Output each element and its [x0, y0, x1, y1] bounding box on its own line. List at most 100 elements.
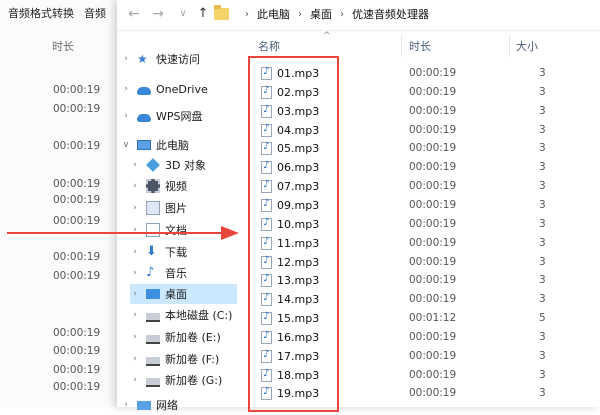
nav-item-14[interactable]: › 新加卷 (G:) [130, 370, 237, 390]
column-header-name[interactable]: 名称 [258, 38, 280, 54]
background-duration-value: 00:00:19 [53, 194, 101, 206]
background-duration-value: 00:00:19 [53, 251, 101, 263]
nav-item-3[interactable]: ∨ 此电脑 [121, 135, 237, 155]
nav-item-2[interactable]: › WPS网盘 [121, 106, 237, 126]
file-duration: 00:00:19 [409, 330, 457, 343]
column-divider[interactable] [509, 35, 510, 57]
up-folder-button[interactable]: ↑ [194, 5, 212, 23]
nav-item-label: 桌面 [165, 288, 187, 301]
column-header-size[interactable]: 大小 [516, 38, 538, 54]
file-size: 3 [539, 198, 546, 211]
file-duration: 00:00:19 [409, 198, 457, 211]
chevron-right-icon[interactable]: › [130, 203, 140, 213]
nav-item-8[interactable]: › ⬇ 下载 [130, 242, 237, 262]
file-duration: 00:01:12 [409, 312, 457, 325]
chevron-right-icon[interactable]: › [130, 289, 140, 299]
file-size: 3 [539, 104, 546, 117]
breadcrumb-current-folder[interactable]: 优速音频处理器 [352, 6, 429, 22]
column-divider[interactable] [401, 35, 402, 57]
breadcrumb-desktop[interactable]: 桌面 [310, 6, 332, 22]
background-tabs: 音频格式转换 音频 [0, 0, 130, 26]
nav-item-label: 音乐 [165, 267, 187, 280]
background-duration-header[interactable]: 时长 [52, 38, 74, 54]
computer-icon [137, 140, 151, 150]
file-duration: 00:00:19 [409, 293, 457, 306]
file-duration: 00:00:19 [409, 123, 457, 136]
background-tab-audio[interactable]: 音频 [84, 5, 106, 21]
background-duration-value: 00:00:19 [53, 327, 101, 339]
nav-item-label: 快速访问 [156, 53, 200, 66]
chevron-right-icon[interactable]: › [130, 247, 140, 257]
chevron-right-icon[interactable]: › [130, 160, 140, 170]
nav-item-9[interactable]: › ♪ 音乐 [130, 263, 237, 283]
forward-button[interactable]: → [149, 5, 167, 23]
nav-item-5[interactable]: › 视频 [130, 176, 237, 196]
nav-item-13[interactable]: › 新加卷 (F:) [130, 349, 237, 369]
file-size: 3 [539, 368, 546, 381]
file-duration: 00:00:19 [409, 161, 457, 174]
drive-icon [146, 334, 160, 344]
file-size: 3 [539, 217, 546, 230]
nav-item-12[interactable]: › 新加卷 (E:) [130, 327, 237, 347]
background-duration-value: 00:00:19 [53, 103, 101, 115]
file-duration: 00:00:19 [409, 180, 457, 193]
breadcrumb-this-pc[interactable]: 此电脑 [257, 6, 290, 22]
file-size: 3 [539, 330, 546, 343]
recent-locations-dropdown[interactable]: ∨ [174, 5, 192, 23]
drive-icon [146, 356, 160, 366]
breadcrumb-separator: › [340, 8, 344, 20]
file-size: 3 [539, 255, 546, 268]
back-button[interactable]: ← [125, 5, 143, 23]
file-size: 3 [539, 349, 546, 362]
file-size: 5 [539, 312, 546, 325]
chevron-right-icon[interactable]: › [130, 375, 140, 385]
chevron-down-icon[interactable]: ∨ [121, 140, 131, 150]
file-duration: 00:00:19 [409, 236, 457, 249]
file-size: 3 [539, 161, 546, 174]
nav-item-6[interactable]: › 图片 [130, 198, 237, 218]
star-icon: ★ [137, 52, 148, 66]
nav-item-label: 新加卷 (G:) [165, 374, 223, 387]
nav-item-label: 网络 [156, 399, 178, 412]
network-icon [137, 400, 151, 410]
cube-icon [146, 158, 160, 172]
file-size: 3 [539, 67, 546, 79]
nav-item-11[interactable]: › 本地磁盘 (C:) [130, 305, 237, 325]
nav-item-label: 本地磁盘 (C:) [165, 309, 233, 322]
nav-item-label: 新加卷 (F:) [165, 353, 220, 366]
file-duration: 00:00:19 [409, 104, 457, 117]
file-size: 3 [539, 274, 546, 287]
column-header-duration[interactable]: 时长 [409, 38, 431, 54]
file-duration: 00:00:19 [409, 217, 457, 230]
chevron-right-icon[interactable]: › [121, 54, 131, 64]
chevron-right-icon[interactable]: › [121, 111, 131, 121]
chevron-right-icon[interactable]: › [130, 268, 140, 278]
chevron-right-icon[interactable]: › [121, 400, 131, 410]
background-duration-value: 00:00:19 [53, 364, 101, 376]
file-size: 3 [539, 142, 546, 155]
nav-item-4[interactable]: › 3D 对象 [130, 155, 237, 175]
file-size: 3 [539, 123, 546, 136]
chevron-right-icon[interactable]: › [121, 84, 131, 94]
file-duration: 00:00:19 [409, 255, 457, 268]
chevron-right-icon[interactable]: › [130, 332, 140, 342]
music-icon: ♪ [146, 265, 155, 280]
background-tab-format-convert[interactable]: 音频格式转换 [8, 5, 74, 21]
nav-item-1[interactable]: › OneDrive [121, 79, 237, 99]
file-size: 3 [539, 236, 546, 249]
file-explorer-window: ← → ∨ ↑ › 此电脑 › 桌面 › 优速音频处理器 › ★ 快速访问 › OneD… [117, 0, 600, 412]
background-duration-value: 00:00:19 [53, 140, 101, 152]
nav-item-0[interactable]: › ★ 快速访问 [121, 49, 237, 69]
background-duration-value: 00:00:19 [53, 84, 101, 96]
address-bar[interactable]: › 此电脑 › 桌面 › 优速音频处理器 [214, 3, 594, 25]
nav-item-10[interactable]: › 桌面 [130, 284, 237, 304]
chevron-right-icon[interactable]: › [130, 181, 140, 191]
breadcrumb-separator: › [245, 8, 249, 20]
file-size: 3 [539, 293, 546, 306]
nav-item-15[interactable]: › 网络 [121, 395, 237, 415]
file-duration: 00:00:19 [409, 349, 457, 362]
chevron-right-icon[interactable]: › [130, 354, 140, 364]
folder-icon [214, 5, 229, 20]
chevron-right-icon[interactable]: › [130, 310, 140, 320]
background-app-window: 音频格式转换 音频 时长 00:00:19 00:00:19 00:00:19 00:… [0, 0, 122, 407]
